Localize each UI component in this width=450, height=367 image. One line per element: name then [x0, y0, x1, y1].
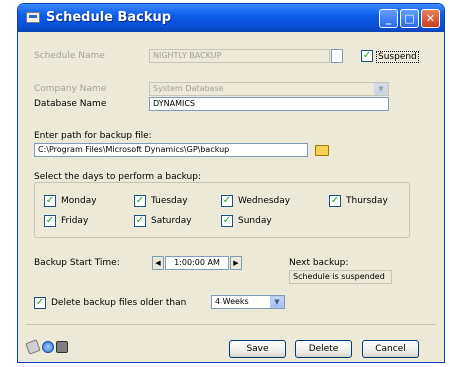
- sunday-checkbox[interactable]: ✓: [221, 215, 233, 227]
- minimize-button[interactable]: _: [379, 9, 398, 28]
- time-decrement-button[interactable]: ◀: [152, 256, 164, 270]
- note-icon[interactable]: [25, 339, 41, 355]
- start-time-label: Backup Start Time:: [34, 258, 120, 268]
- backup-path-label: Enter path for backup file:: [34, 131, 152, 141]
- schedule-name-label: Schedule Name: [34, 51, 105, 61]
- suspend-label: Suspend: [376, 51, 419, 63]
- thursday-checkbox[interactable]: ✓: [329, 195, 341, 207]
- folder-icon[interactable]: [315, 145, 329, 156]
- print-icon[interactable]: [56, 341, 68, 353]
- wednesday-label: Wednesday: [238, 196, 291, 206]
- delete-older-checkbox[interactable]: ✓: [34, 297, 46, 309]
- cancel-button[interactable]: Cancel: [362, 340, 419, 358]
- days-group: [34, 182, 410, 238]
- title-bar: Schedule Backup _ □ ✕: [18, 4, 444, 32]
- schedule-name-field[interactable]: NIGHTLY BACKUP: [149, 49, 330, 63]
- sunday-label: Sunday: [238, 216, 272, 226]
- window-title: Schedule Backup: [46, 10, 172, 25]
- help-icon[interactable]: [42, 341, 54, 353]
- friday-checkbox[interactable]: ✓: [44, 215, 56, 227]
- monday-label: Monday: [61, 196, 97, 206]
- company-name-label: Company Name: [34, 84, 107, 94]
- days-label: Select the days to perform a backup:: [34, 172, 201, 182]
- backup-path-field[interactable]: C:\Program Files\Microsoft Dynamics\GP\b…: [34, 143, 308, 157]
- delete-button[interactable]: Delete: [295, 340, 352, 358]
- company-name-field[interactable]: System Database: [149, 82, 389, 96]
- next-backup-value: Schedule is suspended: [289, 270, 392, 284]
- company-dropdown-icon[interactable]: ▼: [374, 83, 388, 95]
- next-backup-label: Next backup:: [289, 258, 349, 268]
- footer-divider: [26, 324, 436, 325]
- saturday-checkbox[interactable]: ✓: [134, 215, 146, 227]
- friday-label: Friday: [61, 216, 89, 226]
- schedule-backup-window: Schedule Backup _ □ ✕ Schedule Name NIGH…: [17, 3, 445, 363]
- schedule-lookup-icon[interactable]: [331, 49, 343, 63]
- monday-checkbox[interactable]: ✓: [44, 195, 56, 207]
- time-increment-button[interactable]: ▶: [230, 256, 242, 270]
- tuesday-label: Tuesday: [151, 196, 188, 206]
- suspend-checkbox[interactable]: ✓: [361, 50, 373, 62]
- window-icon: [26, 12, 40, 23]
- database-name-label: Database Name: [34, 99, 107, 109]
- database-name-field[interactable]: DYNAMICS: [149, 97, 389, 111]
- start-time-field[interactable]: 1:00:00 AM: [165, 256, 229, 270]
- saturday-label: Saturday: [151, 216, 192, 226]
- thursday-label: Thursday: [346, 196, 388, 206]
- wednesday-checkbox[interactable]: ✓: [221, 195, 233, 207]
- delete-older-label: Delete backup files older than: [51, 298, 187, 308]
- maximize-button[interactable]: □: [400, 9, 419, 28]
- close-button[interactable]: ✕: [421, 9, 440, 28]
- delete-period-dropdown-icon[interactable]: ▼: [270, 296, 284, 308]
- tuesday-checkbox[interactable]: ✓: [134, 195, 146, 207]
- save-button[interactable]: Save: [229, 340, 286, 358]
